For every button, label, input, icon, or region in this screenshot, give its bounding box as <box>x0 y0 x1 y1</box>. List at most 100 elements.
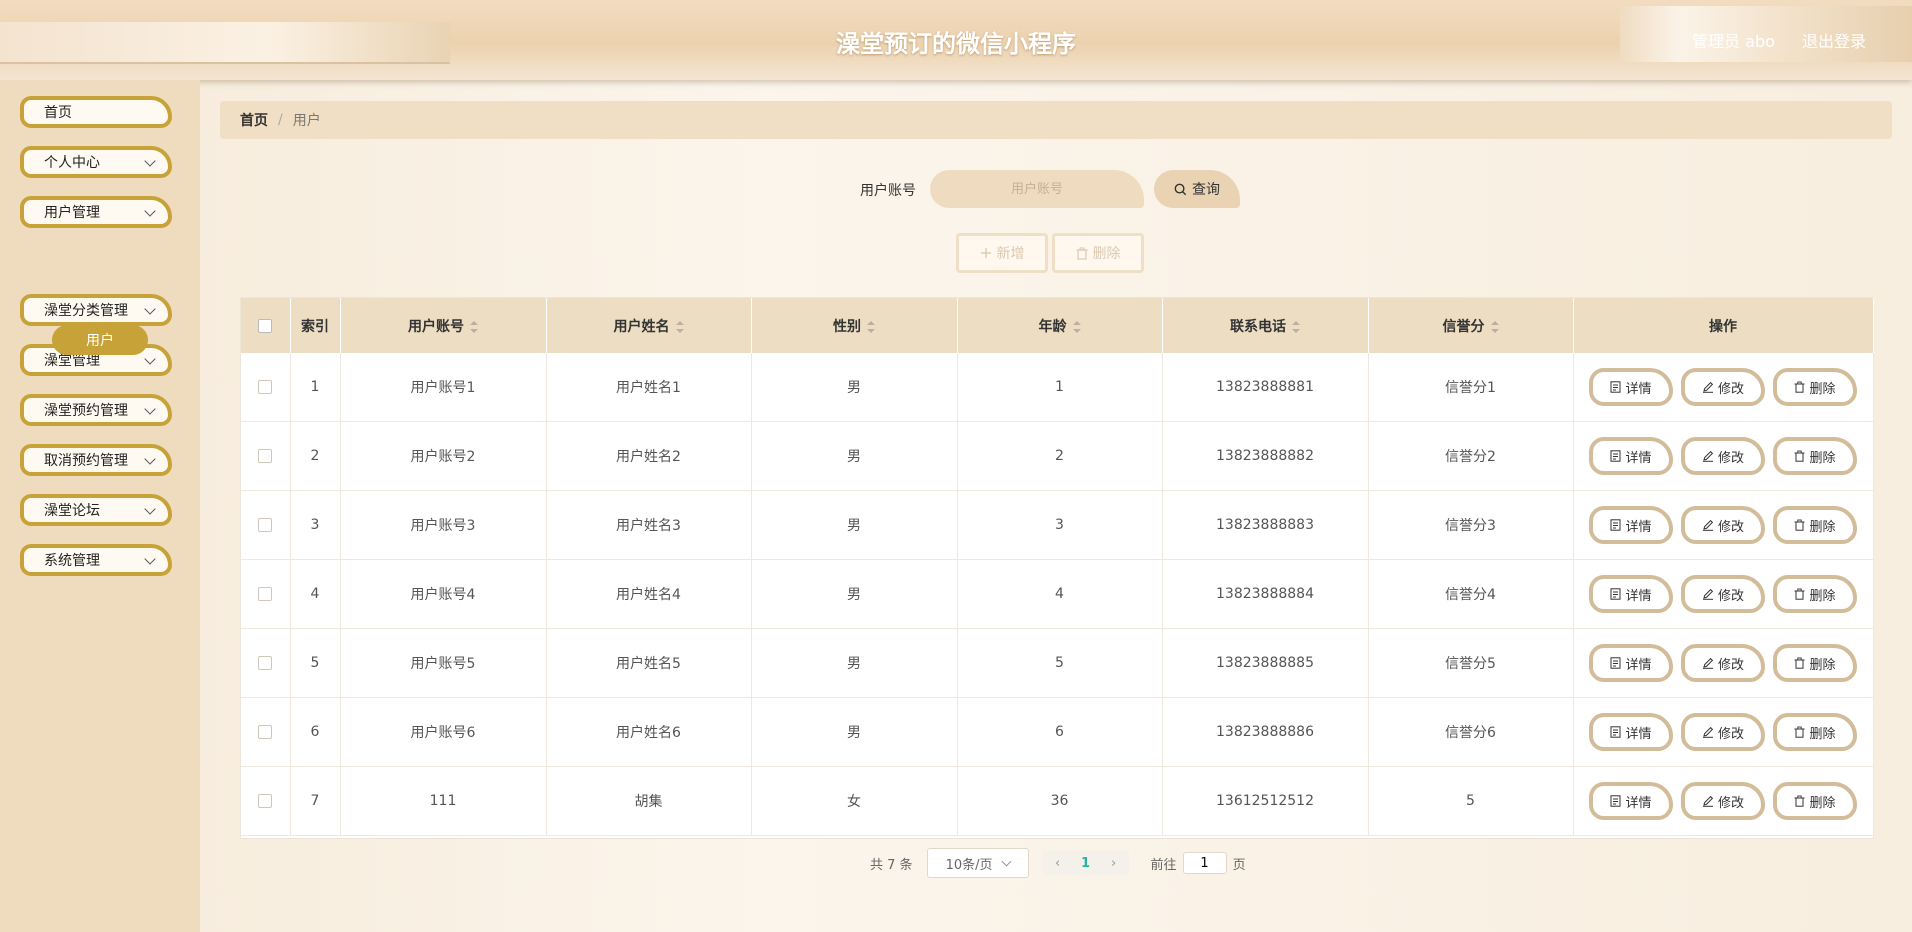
cell-ops: 详情 修改 删除 <box>1573 697 1874 767</box>
header-select-all <box>241 298 291 353</box>
row-checkbox[interactable] <box>258 725 273 739</box>
page-navigator: ‹ 1 › <box>1042 851 1129 875</box>
header-name[interactable]: 用户姓名 <box>546 298 752 353</box>
chevron-down-icon <box>144 453 156 465</box>
edit-button-label: 修改 <box>1717 381 1744 397</box>
sidebar-item-6[interactable]: 取消预约管理 <box>20 444 172 476</box>
sidebar-item-3[interactable]: 澡堂分类管理 <box>20 294 172 326</box>
detail-button[interactable]: 详情 <box>1589 506 1673 544</box>
row-select-cell <box>241 628 291 698</box>
edit-button[interactable]: 修改 <box>1681 368 1765 406</box>
document-icon <box>1610 726 1621 738</box>
sidebar-subitem-user[interactable]: 用户 <box>52 325 148 355</box>
add-button[interactable]: 新增 <box>956 233 1048 273</box>
delete-button[interactable]: 删除 <box>1773 575 1857 613</box>
edit-button-label: 修改 <box>1717 657 1744 673</box>
sort-icon[interactable] <box>867 320 875 333</box>
header-phone[interactable]: 联系电话 <box>1162 298 1369 353</box>
delete-button[interactable]: 删除 <box>1773 506 1857 544</box>
detail-button-label: 详情 <box>1625 588 1652 604</box>
page-size-value: 10条/页 <box>945 857 993 873</box>
trash-icon <box>1794 450 1805 462</box>
delete-button[interactable]: 删除 <box>1773 368 1857 406</box>
delete-button-label: 删除 <box>1809 795 1836 811</box>
cell-phone: 13823888886 <box>1162 697 1369 767</box>
select-all-checkbox[interactable] <box>258 318 273 333</box>
edit-button[interactable]: 修改 <box>1681 782 1765 820</box>
trash-icon <box>1794 726 1805 738</box>
trash-icon <box>1794 588 1805 600</box>
sidebar-item-7[interactable]: 澡堂论坛 <box>20 494 172 526</box>
search-input[interactable] <box>930 170 1144 208</box>
row-checkbox[interactable] <box>258 794 273 808</box>
cell-phone: 13823888884 <box>1162 559 1369 629</box>
goto-page-input[interactable] <box>1182 852 1227 874</box>
sidebar-item-5[interactable]: 澡堂预约管理 <box>20 394 172 426</box>
edit-button[interactable]: 修改 <box>1681 575 1765 613</box>
sidebar-item-label: 个人中心 <box>44 155 100 171</box>
cell-account: 用户账号5 <box>340 628 547 698</box>
prev-page-icon[interactable]: ‹ <box>1043 856 1073 871</box>
edit-button[interactable]: 修改 <box>1681 713 1765 751</box>
detail-button[interactable]: 详情 <box>1589 782 1673 820</box>
page-number[interactable]: 1 <box>1073 856 1099 871</box>
delete-button[interactable]: 删除 <box>1773 437 1857 475</box>
search-button[interactable]: 查询 <box>1154 170 1240 208</box>
header-age[interactable]: 年龄 <box>957 298 1163 353</box>
batch-delete-button[interactable]: 删除 <box>1052 233 1144 273</box>
edit-button[interactable]: 修改 <box>1681 437 1765 475</box>
detail-button[interactable]: 详情 <box>1589 713 1673 751</box>
sort-icon[interactable] <box>470 320 478 333</box>
chevron-down-icon <box>144 155 156 167</box>
breadcrumb-home[interactable]: 首页 <box>240 110 268 130</box>
row-select-cell <box>241 490 291 560</box>
pencil-icon <box>1702 657 1714 669</box>
delete-button[interactable]: 删除 <box>1773 713 1857 751</box>
sidebar-item-2[interactable]: 用户管理 <box>20 196 172 228</box>
cell-credit: 信誉分2 <box>1368 421 1574 491</box>
detail-button[interactable]: 详情 <box>1589 437 1673 475</box>
row-checkbox[interactable] <box>258 449 273 463</box>
edit-button[interactable]: 修改 <box>1681 644 1765 682</box>
cell-ops: 详情 修改 删除 <box>1573 559 1874 629</box>
sort-icon[interactable] <box>1292 320 1300 333</box>
header-credit[interactable]: 信誉分 <box>1368 298 1574 353</box>
sort-icon[interactable] <box>1072 320 1081 333</box>
cell-name: 用户姓名5 <box>546 628 752 698</box>
cell-index: 1 <box>290 353 341 422</box>
edit-button[interactable]: 修改 <box>1681 506 1765 544</box>
document-icon <box>1610 795 1621 807</box>
sidebar-item-1[interactable]: 个人中心 <box>20 146 172 178</box>
cell-name: 用户姓名3 <box>546 490 752 560</box>
sort-icon[interactable] <box>675 320 684 333</box>
page-unit-label: 页 <box>1232 857 1246 873</box>
delete-button[interactable]: 删除 <box>1773 782 1857 820</box>
edit-button-label: 修改 <box>1717 726 1744 742</box>
cell-account: 用户账号3 <box>340 490 547 560</box>
row-checkbox[interactable] <box>258 380 273 394</box>
sidebar-item-0[interactable]: 首页 <box>20 96 172 128</box>
detail-button-label: 详情 <box>1625 795 1652 811</box>
cell-credit: 信誉分3 <box>1368 490 1574 560</box>
row-checkbox[interactable] <box>258 656 273 670</box>
page-total: 共 7 条 <box>870 857 913 873</box>
trash-icon <box>1794 519 1805 531</box>
next-page-icon[interactable]: › <box>1099 856 1129 871</box>
delete-button[interactable]: 删除 <box>1773 644 1857 682</box>
detail-button[interactable]: 详情 <box>1589 644 1673 682</box>
cell-age: 6 <box>957 697 1163 767</box>
logout-button[interactable]: 退出登录 <box>1802 32 1866 51</box>
pencil-icon <box>1702 381 1714 393</box>
sort-icon[interactable] <box>1490 320 1499 333</box>
search-label: 用户账号 <box>860 183 916 199</box>
sidebar-item-8[interactable]: 系统管理 <box>20 544 172 576</box>
header-gender[interactable]: 性别 <box>751 298 958 353</box>
cell-index: 6 <box>290 697 341 767</box>
row-checkbox[interactable] <box>258 587 273 601</box>
header-account[interactable]: 用户账号 <box>340 298 547 353</box>
detail-button[interactable]: 详情 <box>1589 575 1673 613</box>
edit-button-label: 修改 <box>1717 795 1744 811</box>
page-size-select[interactable]: 10条/页 <box>926 848 1029 878</box>
row-checkbox[interactable] <box>258 518 273 532</box>
detail-button[interactable]: 详情 <box>1589 368 1673 406</box>
